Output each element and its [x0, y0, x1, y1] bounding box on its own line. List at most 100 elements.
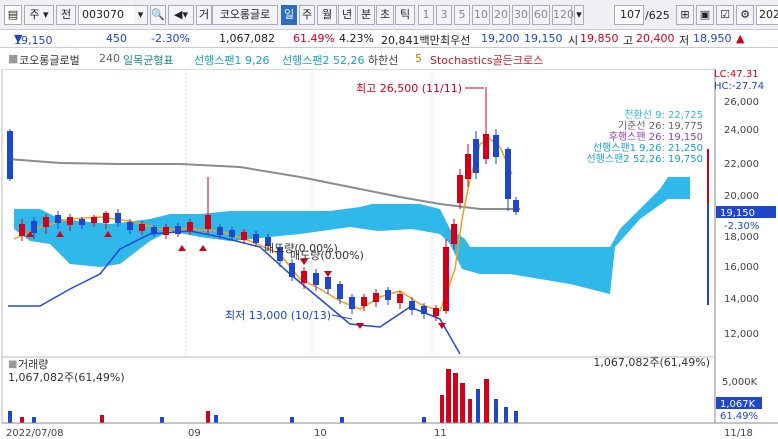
- quote-low-label: 저: [679, 34, 690, 47]
- span2-value: 선행스팬2 52,26: 19,750: [586, 153, 703, 165]
- annotation-low-arrow: [331, 314, 353, 320]
- legend-lag[interactable]: 하한선: [368, 52, 398, 68]
- buy-signal-icon: [178, 245, 186, 251]
- candle: [385, 287, 391, 305]
- lagging-value: 후행스팬 26: 19,150: [609, 131, 703, 143]
- candle: [301, 267, 307, 289]
- x-axis-bg: [0, 423, 778, 439]
- interval-10[interactable]: 10: [472, 5, 490, 25]
- annotation-sell2: 매도량(0.00%): [290, 249, 364, 262]
- quote-price-value: 19,150: [14, 34, 53, 47]
- legend-title[interactable]: 코오롱글로벌: [19, 52, 80, 68]
- volume-bar: [460, 383, 465, 423]
- span1-value: 선행스팬1 9,26: 21,250: [593, 142, 703, 154]
- hc-label: HC:-27.74: [714, 81, 764, 92]
- axis-12000: 12,000: [724, 329, 759, 340]
- tab-month[interactable]: 월: [317, 5, 337, 25]
- page-count-value: 107: [620, 8, 641, 21]
- axis-24000: 24,000: [724, 125, 759, 136]
- legend-stoch[interactable]: Stochastics골든크로스: [430, 52, 543, 68]
- period-select[interactable]: 주 ▾: [24, 5, 54, 25]
- interval-20[interactable]: 20: [492, 5, 510, 25]
- menu-icon[interactable]: ▤: [4, 5, 22, 25]
- axis-16000: 16,000: [724, 262, 759, 273]
- legend-lag-n: 5: [415, 52, 422, 65]
- quote-amount: 20,841백만: [381, 34, 440, 47]
- tab-year[interactable]: 년: [338, 5, 356, 25]
- tab-day[interactable]: 일: [281, 5, 297, 25]
- period-select-label: 주: [29, 8, 40, 21]
- chart-canvas[interactable]: 최고 26,500 (11/11) 최저 13,000 (10/13) 매도량(…: [0, 69, 778, 439]
- stock-name[interactable]: 코오롱글로: [212, 5, 278, 25]
- volume-bar: [494, 399, 498, 423]
- candle: [205, 177, 211, 234]
- tab-week[interactable]: 주: [299, 5, 315, 25]
- buy-signal-icon: [199, 245, 207, 251]
- volume-bar: [100, 415, 104, 423]
- tab-second[interactable]: 초: [376, 5, 394, 25]
- candle: [349, 294, 355, 314]
- prev-button[interactable]: 전: [56, 5, 76, 25]
- candle: [473, 131, 479, 179]
- quote-low: 18,950: [693, 32, 732, 45]
- axis-18000: 18,000: [724, 232, 759, 243]
- conv-value: 전환선 9: 22,725: [624, 109, 703, 121]
- quote-price: 19,150 ▼: [14, 32, 53, 47]
- interval-60[interactable]: 60: [532, 5, 550, 25]
- quote-best-label: 최우선: [440, 34, 471, 47]
- current-price-pct: -2.30%: [724, 221, 759, 232]
- volume-bar: [290, 417, 294, 423]
- volume-marker-icon: ■: [8, 359, 17, 370]
- candle: [443, 239, 449, 314]
- legend-lead2[interactable]: 선행스팬2 52,26: [282, 52, 364, 68]
- x-label-oct: 10: [314, 428, 327, 439]
- quote-open-label: 시: [568, 34, 579, 47]
- interval-1[interactable]: 1: [418, 5, 434, 25]
- volume-title: 거래량: [18, 358, 48, 371]
- candle: [493, 129, 499, 164]
- volume-bar: [160, 417, 164, 423]
- legend-ichimoku[interactable]: 일목균형표: [123, 52, 174, 68]
- current-price-value: 19,150: [720, 208, 755, 219]
- interval-30[interactable]: 30: [512, 5, 530, 25]
- sell-signal-icon: [324, 271, 332, 277]
- settings-icon[interactable]: ⚙: [736, 5, 754, 25]
- date-value: 2022: [759, 8, 778, 21]
- annotation-high: 최고 26,500 (11/11): [356, 82, 462, 95]
- volume-bar: [514, 411, 518, 423]
- moving-average-line: [7, 158, 520, 210]
- quote-high-label: 고: [623, 34, 634, 47]
- candle: [397, 291, 403, 309]
- toolbar-spin-icon[interactable]: ▾: [574, 5, 584, 25]
- axis-14000: 14,000: [724, 294, 759, 305]
- axis-22000: 22,000: [724, 159, 759, 170]
- axis-26000: 26,000: [724, 97, 759, 108]
- interval-3[interactable]: 3: [436, 5, 452, 25]
- quote-chevron-icon[interactable]: ▲: [736, 32, 744, 45]
- page-count-input[interactable]: 107: [614, 5, 644, 25]
- interval-120[interactable]: 120: [552, 5, 574, 25]
- save-icon[interactable]: ▣: [696, 5, 714, 25]
- volume-axis-5000: 5,000K: [722, 377, 758, 388]
- grid-icon[interactable]: ⊞: [676, 5, 694, 25]
- candle: [457, 169, 463, 209]
- code-dropdown-icon[interactable]: ▾: [134, 5, 148, 25]
- ichimoku-cloud: [14, 177, 690, 294]
- tab-minute[interactable]: 분: [357, 5, 375, 25]
- volume-bar: [206, 411, 210, 423]
- x-label-sep: 09: [188, 428, 201, 439]
- checkbox-icon[interactable]: ☑: [716, 5, 734, 25]
- lc-label: LC:47.31: [714, 69, 759, 80]
- search-icon[interactable]: 🔍: [150, 5, 166, 25]
- candle: [483, 87, 489, 164]
- page-total: /625: [645, 9, 670, 22]
- axis-20000: 20,000: [724, 191, 759, 202]
- speaker-icon[interactable]: ◀▾: [168, 5, 194, 25]
- candle: [513, 197, 519, 215]
- interval-5[interactable]: 5: [454, 5, 470, 25]
- tab-tick[interactable]: 틱: [395, 5, 415, 25]
- quote-vol-ratio: 61.49%: [293, 32, 335, 45]
- legend-lead1[interactable]: 선행스팬1 9,26: [194, 52, 269, 68]
- date-input[interactable]: 2022: [756, 5, 778, 25]
- quote-high: 20,400: [636, 32, 675, 45]
